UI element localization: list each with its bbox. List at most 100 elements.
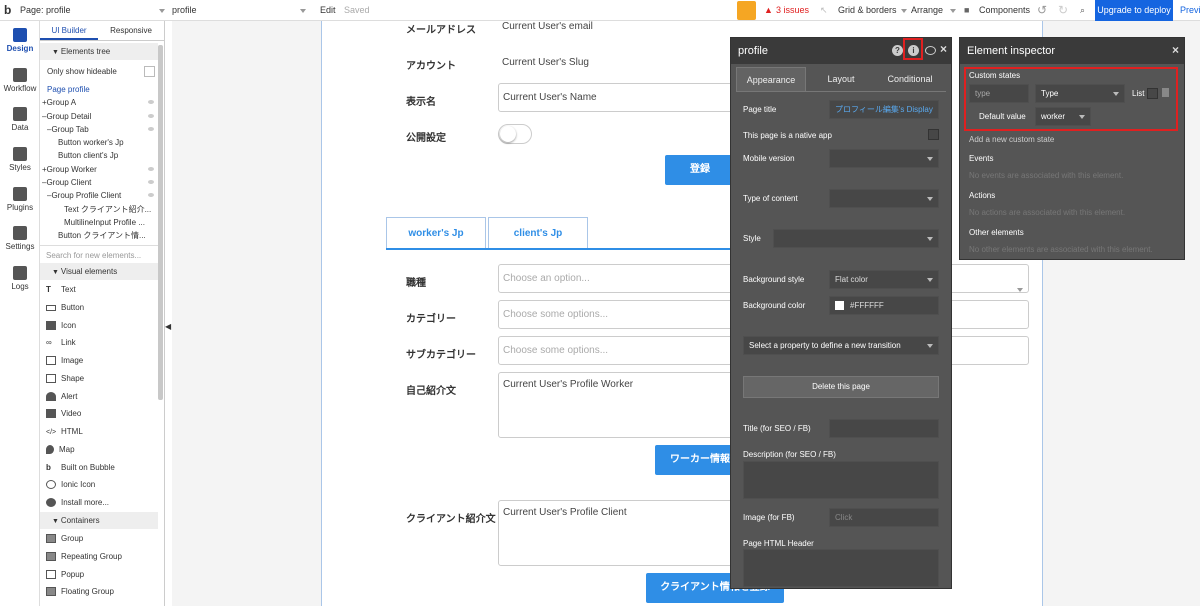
palette-item-html[interactable]: </> HTML	[40, 423, 158, 440]
bg-color-picker[interactable]: #FFFFFF	[829, 296, 939, 315]
tab-worker[interactable]: worker's Jp	[386, 217, 486, 248]
default-value-dropdown[interactable]: worker	[1035, 107, 1091, 126]
image-fb-upload[interactable]: Click	[829, 508, 939, 527]
eye-icon[interactable]	[148, 114, 154, 118]
eye-icon[interactable]	[148, 193, 154, 197]
palette-item-link[interactable]: ∞ Link	[40, 334, 158, 351]
palette-item-shape[interactable]: Shape	[40, 370, 158, 387]
palette-item-label: Install more...	[61, 498, 110, 507]
tab-responsive[interactable]: Responsive	[100, 21, 162, 40]
state-name-input[interactable]: type	[969, 84, 1029, 103]
bubble-logo-icon[interactable]: b	[4, 0, 11, 21]
redo-icon[interactable]: ↻	[1058, 0, 1068, 21]
close-icon[interactable]: ×	[940, 42, 947, 56]
gift-icon[interactable]	[737, 1, 756, 20]
visual-elements-header[interactable]: ▼ Visual elements	[40, 263, 158, 280]
palette-item-floating-group[interactable]: Floating Group	[40, 583, 158, 600]
palette-item-alert[interactable]: Alert	[40, 388, 158, 405]
elements-tree-header[interactable]: ▼ Elements tree	[40, 43, 158, 60]
transition-dropdown[interactable]: Select a property to define a new transi…	[743, 336, 939, 355]
page-select-chevron-icon[interactable]	[296, 0, 306, 21]
inspector-header[interactable]: Element inspector	[960, 38, 1184, 64]
palette-item-text[interactable]: T Text	[40, 281, 158, 298]
palette-scrollbar[interactable]	[158, 45, 163, 400]
eye-icon[interactable]	[148, 180, 154, 184]
mobile-version-dropdown[interactable]	[829, 149, 939, 168]
palette-item-group[interactable]: Group	[40, 530, 158, 547]
display-name-input[interactable]: Current User's Name	[498, 83, 738, 112]
register-button[interactable]: 登録	[665, 155, 735, 185]
cursor-icon[interactable]: ↖	[820, 0, 828, 21]
search-icon[interactable]: ⌕	[1080, 0, 1085, 21]
issues-link[interactable]: 3 issues	[776, 0, 809, 21]
seo-title-input[interactable]	[829, 419, 939, 438]
rail-settings[interactable]: Settings	[0, 226, 40, 251]
style-dropdown[interactable]	[773, 229, 939, 248]
rail-styles[interactable]: Styles	[0, 147, 40, 172]
components-menu[interactable]: Components	[979, 0, 1030, 21]
rail-design[interactable]: Design	[0, 28, 40, 53]
public-toggle[interactable]	[498, 124, 532, 144]
list-checkbox[interactable]	[1147, 88, 1158, 99]
only-hideable-checkbox[interactable]	[144, 66, 155, 77]
email-value[interactable]: Current User's email	[502, 21, 593, 32]
page-label[interactable]: Page: profile	[20, 0, 71, 21]
delete-page-button[interactable]: Delete this page	[743, 376, 939, 398]
eye-icon[interactable]	[148, 100, 154, 104]
eye-icon[interactable]	[148, 167, 154, 171]
palette-item-button[interactable]: Button	[40, 299, 158, 316]
tab-appearance[interactable]: Appearance	[736, 67, 806, 91]
rail-plugins[interactable]: Plugins	[0, 187, 40, 212]
bg-style-dropdown[interactable]: Flat color	[829, 270, 939, 289]
palette-item-built-on-bubble[interactable]: b Built on Bubble	[40, 459, 158, 476]
help-icon[interactable]: ?	[892, 45, 903, 56]
palette-item-map[interactable]: Map	[40, 441, 158, 458]
trash-icon[interactable]	[1162, 88, 1169, 97]
worker-info-button[interactable]: ワーカー情報	[655, 445, 735, 475]
seo-title-label: Title (for SEO / FB)	[743, 424, 811, 433]
upgrade-button[interactable]: Upgrade to deploy	[1095, 0, 1173, 21]
account-value[interactable]: Current User's Slug	[502, 57, 589, 68]
page-select[interactable]: profile	[172, 0, 197, 21]
page-dropdown-chevron-icon[interactable]	[155, 0, 165, 21]
containers-header[interactable]: ▼ Containers	[40, 512, 158, 529]
tab-ui-builder[interactable]: UI Builder	[40, 21, 98, 40]
eye-icon[interactable]	[148, 127, 154, 131]
comment-icon[interactable]	[925, 46, 936, 55]
tab-client[interactable]: client's Jp	[488, 217, 588, 248]
rail-logs[interactable]: Logs	[0, 266, 40, 291]
state-type-dropdown[interactable]: Type	[1035, 84, 1125, 103]
palette-item-image[interactable]: Image	[40, 352, 158, 369]
warning-icon[interactable]: ▲	[764, 0, 773, 21]
cube-icon[interactable]: ■	[964, 0, 969, 21]
rail-workflow[interactable]: Workflow	[0, 68, 40, 93]
palette-item-popup[interactable]: Popup	[40, 566, 158, 583]
client-intro-textarea[interactable]: Current User's Profile Client	[498, 500, 738, 566]
tab-layout[interactable]: Layout	[811, 67, 871, 91]
palette-item-ionic-icon[interactable]: Ionic Icon	[40, 476, 158, 493]
collapse-palette-icon[interactable]: ◀	[165, 322, 171, 331]
type-content-dropdown[interactable]	[829, 189, 939, 208]
palette-item-icon[interactable]: Icon	[40, 317, 158, 334]
arrange-menu[interactable]: Arrange	[911, 0, 943, 21]
search-elements-input[interactable]: Search for new elements...	[40, 245, 158, 264]
preview-link[interactable]: Previ	[1180, 0, 1200, 21]
html-header-input[interactable]	[743, 549, 939, 587]
add-custom-state-link[interactable]: Add a new custom state	[969, 135, 1054, 144]
palette-item-repeating-group[interactable]: Repeating Group	[40, 548, 158, 565]
tab-conditional[interactable]: Conditional	[876, 67, 944, 91]
palette-item-video[interactable]: Video	[40, 405, 158, 422]
seo-description-input[interactable]	[743, 461, 939, 499]
rail-data[interactable]: Data	[0, 107, 40, 132]
grid-borders-menu[interactable]: Grid & borders	[838, 0, 897, 21]
undo-icon[interactable]: ↺	[1037, 0, 1047, 21]
edit-menu[interactable]: Edit	[320, 0, 336, 21]
palette-item-label: Map	[59, 445, 75, 454]
intro-textarea[interactable]: Current User's Profile Worker	[498, 372, 738, 438]
page-title-input[interactable]: プロフィール編集's Display	[829, 100, 939, 119]
actions-label: Actions	[969, 191, 996, 200]
close-icon[interactable]: ×	[1172, 43, 1179, 57]
palette-item-install-more[interactable]: Install more...	[40, 494, 158, 511]
tree-item[interactable]: Button クライアント情...	[40, 227, 158, 244]
native-app-checkbox[interactable]	[928, 129, 939, 140]
